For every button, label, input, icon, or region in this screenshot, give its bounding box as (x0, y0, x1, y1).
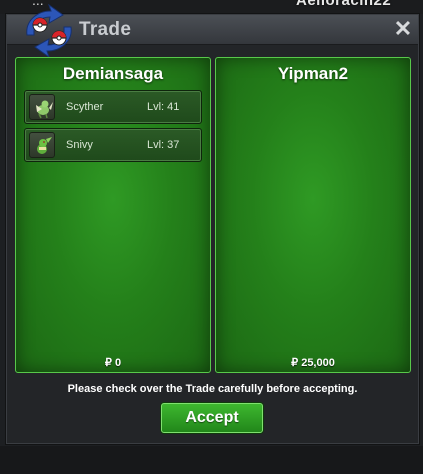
pokemon-level: Lvl: 41 (147, 101, 180, 113)
accept-button[interactable]: Accept (161, 403, 263, 433)
pokemon-name: Snivy (66, 139, 93, 151)
game-screen: ... Aelioracin22 Trade ✕ Demiansaga Scyt… (0, 0, 423, 474)
left-trade-panel: Demiansaga Scyther Lvl: 41 Snivy Lvl: 37… (15, 57, 211, 373)
trade-logo-icon (26, 3, 72, 59)
pokemon-name: Scyther (66, 101, 104, 113)
right-money-offer: ₽ 25,000 (291, 357, 335, 369)
right-trade-panel: Yipman2 ₽ 25,000 (215, 57, 411, 373)
left-player-name: Demiansaga (62, 64, 164, 83)
background-player-name-right: Aelioracin22 (296, 0, 392, 9)
pokemon-level: Lvl: 37 (147, 139, 180, 151)
pokemon-slot-snivy[interactable]: Snivy Lvl: 37 (24, 128, 202, 162)
window-title: Trade (79, 19, 132, 40)
right-player-name: Yipman2 (277, 64, 349, 83)
left-money-offer: ₽ 0 (104, 357, 122, 369)
background-bottom-strip (0, 446, 423, 474)
trade-notice: Please check over the Trade carefully be… (67, 383, 358, 395)
pokemon-slot-scyther[interactable]: Scyther Lvl: 41 (24, 90, 202, 124)
snivy-icon (29, 132, 55, 158)
trade-window: Trade ✕ Demiansaga Scyther Lvl: 41 Snivy… (6, 3, 419, 444)
scyther-icon (29, 94, 55, 120)
close-button[interactable]: ✕ (393, 18, 413, 40)
